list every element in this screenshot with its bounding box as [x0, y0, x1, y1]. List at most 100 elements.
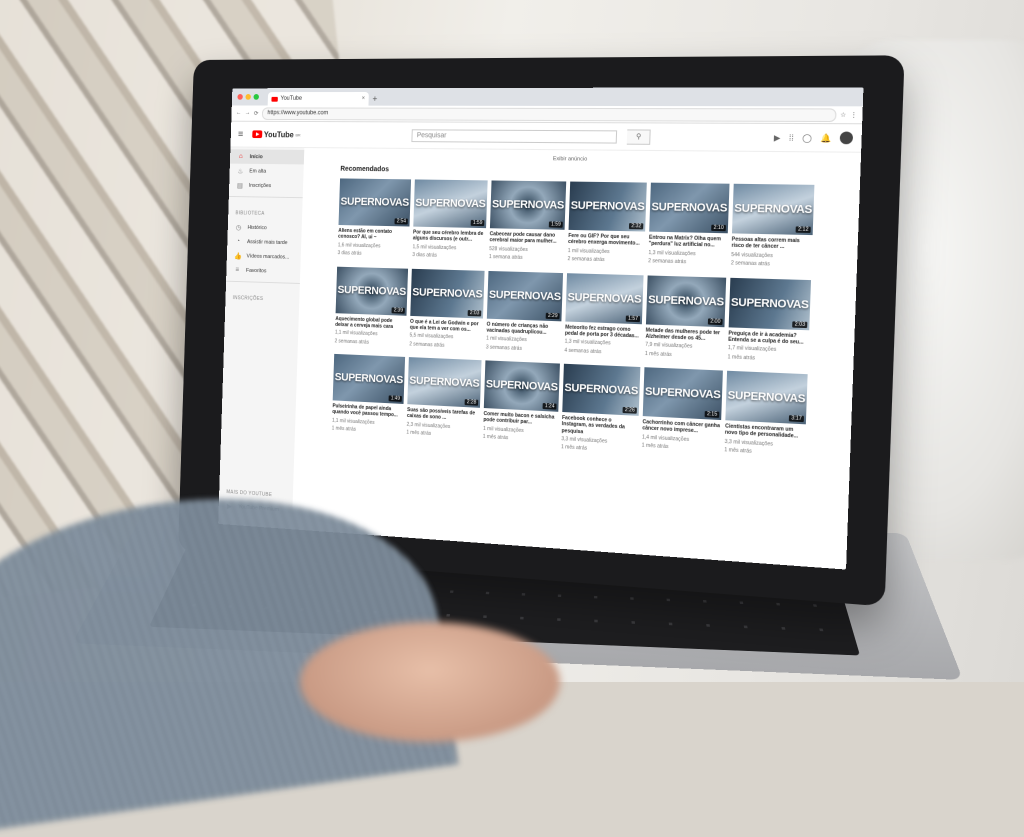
create-video-icon[interactable]: ▶	[774, 133, 781, 142]
video-age: 3 dias atrás	[412, 252, 437, 259]
video-thumbnail[interactable]: SUPERNOVAS 2:03	[728, 277, 812, 330]
video-thumbnail[interactable]: SUPERNOVAS 2:29	[486, 270, 564, 321]
video-card[interactable]: SUPERNOVAS 2:26 Facebook conhece o Instagr…	[561, 363, 641, 456]
thumbnail-label: SUPERNOVAS	[340, 195, 410, 209]
thumbnail-label: SUPERNOVAS	[727, 389, 806, 406]
apps-icon[interactable]: ⁞⁞	[789, 133, 794, 142]
browser-menu-icon[interactable]: ⋮	[850, 111, 857, 118]
video-thumbnail[interactable]: SUPERNOVAS 2:15	[642, 367, 723, 421]
reload-icon[interactable]: ⟳	[254, 110, 259, 117]
video-title[interactable]: Cabecear pode causar dano cerebral maior…	[489, 231, 564, 245]
search-button[interactable]: ⚲	[627, 128, 652, 145]
youtube-favicon-icon	[271, 96, 278, 102]
bookmark-star-icon[interactable]: ☆	[840, 111, 846, 118]
video-title[interactable]: Cachorrinho com câncer ganha câncer novo…	[642, 419, 721, 436]
video-card[interactable]: SUPERNOVAS 2:03 Preguiça de ir à academia?…	[727, 277, 812, 363]
video-title[interactable]: Pessoas altas correm mais risco de ter c…	[731, 236, 812, 251]
video-title[interactable]: Meteorito fez estrago como pedal de port…	[565, 324, 642, 340]
video-thumbnail[interactable]: SUPERNOVAS 2:32	[568, 181, 647, 232]
video-card[interactable]: SUPERNOVAS 2:29 O número de crianças não v…	[486, 270, 564, 353]
new-tab-button[interactable]: +	[372, 94, 377, 104]
thumbnail-label: SUPERNOVAS	[734, 202, 813, 217]
section-title: Recomendados	[340, 165, 390, 174]
video-thumbnail[interactable]: SUPERNOVAS 1:49	[332, 353, 406, 404]
video-title[interactable]: Aliens estão em contato conosco? AI, ui …	[338, 228, 409, 242]
video-card[interactable]: SUPERNOVAS 1:57 Meteorito fez estrago como…	[564, 272, 644, 357]
video-title[interactable]: Aquecimento global pode deixar a cerveja…	[335, 316, 406, 331]
video-card[interactable]: SUPERNOVAS 2:00 Metade das mulheres pode t…	[645, 274, 727, 360]
video-duration: 1:49	[388, 395, 402, 402]
flame-icon: ♨	[237, 167, 244, 175]
video-card[interactable]: SUPERNOVAS 2:12 Pessoas altas correm mais …	[731, 183, 815, 269]
url-field[interactable]: https://www.youtube.com	[261, 106, 837, 122]
video-card[interactable]: SUPERNOVAS 2:28 Suas são possíveis tarefas…	[406, 357, 482, 446]
video-title[interactable]: O que é a Lei de Godwin e por que ela te…	[410, 318, 483, 333]
messages-icon[interactable]: ◯	[802, 133, 812, 142]
minimize-window-dot[interactable]	[245, 94, 251, 100]
video-title[interactable]: Suas são possíveis tarefas de caixas de …	[407, 407, 480, 423]
subscriptions-heading: INSCRIÇÕES	[232, 295, 264, 302]
show-ad-link[interactable]: Exibir anúncio	[313, 154, 850, 165]
avatar[interactable]	[839, 131, 854, 145]
video-card[interactable]: SUPERNOVAS 1:59 Por que seu cérebro lembra…	[412, 179, 488, 260]
video-card[interactable]: SUPERNOVAS 2:03 O que é a Lei de Godwin e …	[409, 268, 485, 350]
video-thumbnail[interactable]: SUPERNOVAS 3:17	[725, 370, 808, 425]
home-icon: ⌂	[238, 153, 243, 160]
video-thumbnail[interactable]: SUPERNOVAS 1:59	[413, 179, 488, 229]
video-title[interactable]: Cientistas encontraram um novo tipo de p…	[725, 423, 806, 440]
video-card[interactable]: SUPERNOVAS 2:54 Aliens estão em contato co…	[337, 178, 412, 258]
video-card[interactable]: SUPERNOVAS 2:10 Entrou na Matrix? Olha que…	[648, 182, 730, 267]
video-thumbnail[interactable]: SUPERNOVAS 2:10	[649, 182, 730, 234]
video-card[interactable]: SUPERNOVAS 1:59 Cabecear pode causar dano …	[489, 180, 567, 262]
forward-icon[interactable]: →	[245, 110, 251, 116]
thumbnail-label: SUPERNOVAS	[412, 286, 483, 301]
video-age: 2 semanas atrás	[648, 258, 687, 266]
video-title[interactable]: Comer muito bacon e salsicha pode contri…	[483, 411, 558, 427]
thumbnail-label: SUPERNOVAS	[337, 283, 407, 298]
video-card[interactable]: SUPERNOVAS 1:49 Pulseirinha de papel ainda…	[331, 353, 406, 442]
video-thumbnail[interactable]: SUPERNOVAS 2:39	[335, 266, 409, 316]
maximize-window-dot[interactable]	[253, 94, 260, 100]
back-icon[interactable]: ←	[236, 110, 242, 116]
video-thumbnail[interactable]: SUPERNOVAS 2:28	[407, 357, 482, 408]
youtube-logo[interactable]: YouTube BR	[252, 130, 301, 139]
video-thumbnail[interactable]: SUPERNOVAS 1:59	[489, 180, 567, 230]
video-thumbnail[interactable]: SUPERNOVAS 1:24	[483, 360, 560, 412]
sidebar-item[interactable]: ⌂ Início	[229, 149, 305, 165]
main-content: Exibir anúncio Recomendados SUPERNOVAS 2:…	[292, 148, 861, 570]
video-card[interactable]: SUPERNOVAS 1:24 Comer muito bacon e salsic…	[482, 360, 560, 450]
video-title[interactable]: Pulseirinha de papel ainda quando você p…	[332, 403, 403, 419]
video-thumbnail[interactable]: SUPERNOVAS 2:54	[338, 178, 412, 227]
video-card[interactable]: SUPERNOVAS 2:32 Fere ou GIF? Por que seu c…	[567, 181, 647, 265]
video-thumbnail[interactable]: SUPERNOVAS 2:26	[562, 363, 641, 416]
video-thumbnail[interactable]: SUPERNOVAS 2:03	[410, 268, 485, 319]
video-card[interactable]: SUPERNOVAS 2:15 Cachorrinho com câncer gan…	[641, 367, 723, 460]
close-window-dot[interactable]	[237, 94, 243, 100]
video-title[interactable]: Entrou na Matrix? Olha quem "perdura" lu…	[649, 235, 728, 250]
video-title[interactable]: Por que seu cérebro lembra de alguns dis…	[413, 230, 486, 244]
video-age: 3 dias atrás	[337, 250, 362, 257]
video-thumbnail[interactable]: SUPERNOVAS 1:57	[565, 272, 644, 324]
sidebar-item[interactable]: ♨ Em alta	[229, 164, 303, 179]
library-heading: BIBLIOTECA	[235, 210, 265, 217]
browser-tab[interactable]: YouTube ×	[267, 92, 369, 106]
video-title[interactable]: Fere ou GIF? Por que seu cérebro enxerga…	[568, 233, 645, 247]
hamburger-menu-icon[interactable]: ≡	[238, 129, 244, 140]
video-grid: SUPERNOVAS 2:54 Aliens estão em contato co…	[331, 178, 849, 466]
search-input[interactable]: Pesquisar	[411, 128, 618, 144]
video-duration: 2:10	[711, 224, 726, 232]
thumbnail-label: SUPERNOVAS	[409, 374, 480, 390]
thumbnail-label: SUPERNOVAS	[488, 288, 562, 303]
video-title[interactable]: Metade das mulheres pode ter Alzheimer d…	[645, 327, 724, 343]
video-title[interactable]: Facebook conhece o Instagram, as verdade…	[561, 415, 638, 438]
video-title[interactable]: O número de crianças não vacinadas quadr…	[486, 321, 561, 336]
video-card[interactable]: SUPERNOVAS 2:39 Aquecimento global pode de…	[335, 266, 409, 347]
video-card[interactable]: SUPERNOVAS 3:17 Cientistas encontraram um …	[724, 370, 808, 465]
video-thumbnail[interactable]: SUPERNOVAS 2:00	[645, 274, 727, 327]
notifications-bell-icon[interactable]: 🔔	[820, 133, 831, 143]
video-thumbnail[interactable]: SUPERNOVAS 2:12	[731, 183, 815, 236]
video-title[interactable]: Preguiça de ir à academia? Entenda se a …	[728, 330, 809, 346]
tab-close-icon[interactable]: ×	[362, 96, 365, 102]
sidebar-item[interactable]: ≡ Favoritos	[226, 263, 300, 280]
sidebar-item[interactable]: ▤ Inscrições	[229, 178, 303, 193]
